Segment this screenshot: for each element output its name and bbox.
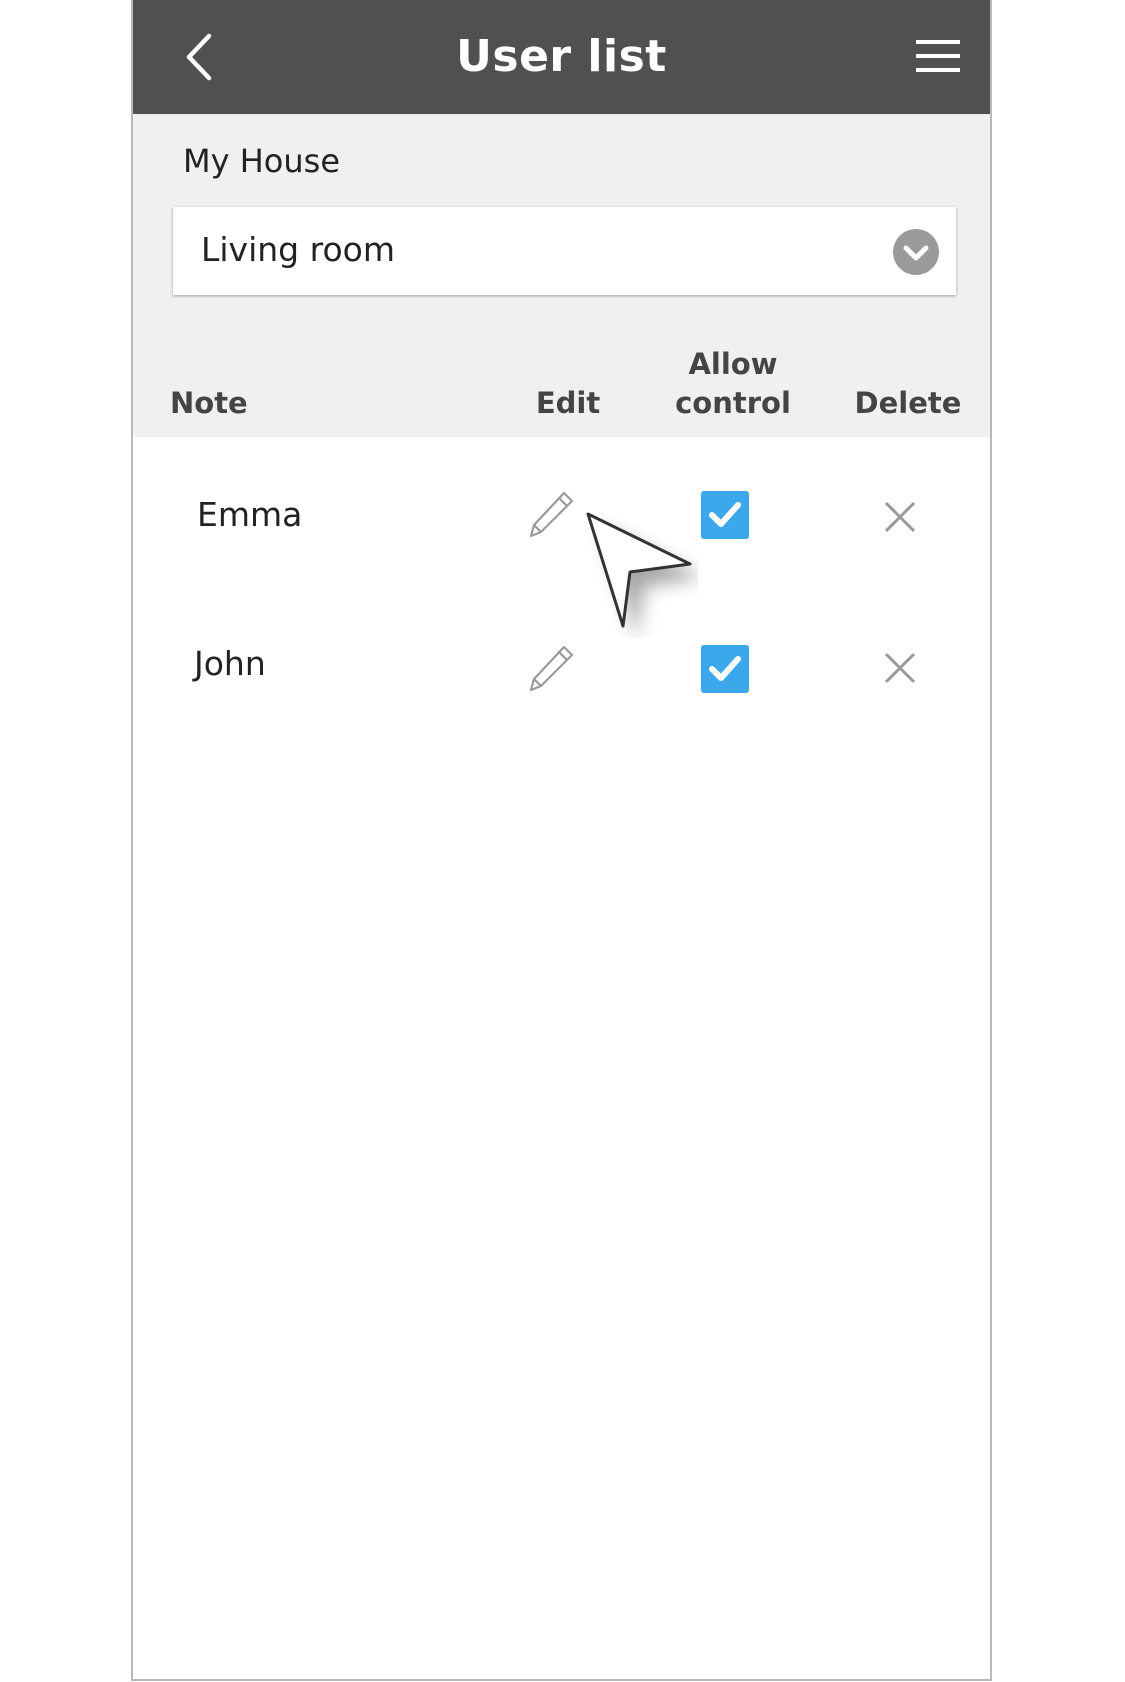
house-label: My House (183, 142, 340, 180)
checkbox-checked-icon[interactable] (700, 644, 750, 694)
room-dropdown[interactable]: Living room (173, 207, 956, 295)
table-row: John (133, 608, 990, 728)
pencil-edit-icon[interactable] (526, 490, 576, 540)
user-name: John (194, 644, 266, 683)
pencil-edit-icon[interactable] (526, 644, 576, 694)
chevron-down-circle-icon (893, 229, 939, 275)
top-bar: User list (133, 0, 990, 114)
filter-panel: My House Living room Note Edit Allow con… (133, 114, 990, 437)
column-header-edit: Edit (535, 386, 601, 420)
hamburger-menu-icon (916, 40, 960, 72)
table-row: Emma (133, 455, 990, 575)
user-name: Emma (197, 495, 303, 534)
column-header-delete: Delete (854, 386, 962, 420)
column-header-allow-line2: control (675, 386, 791, 420)
room-dropdown-value: Living room (201, 230, 395, 269)
close-icon[interactable] (878, 495, 922, 539)
menu-button[interactable] (914, 36, 962, 78)
checkbox-checked-icon[interactable] (700, 490, 750, 540)
column-header-allow-control: Allow control (648, 345, 818, 423)
column-header-note: Note (170, 386, 248, 420)
app-screen: User list My House Living room Note Edit… (131, 0, 992, 1681)
column-header-allow-line1: Allow (688, 347, 778, 381)
page-title: User list (456, 31, 667, 82)
close-icon[interactable] (878, 646, 922, 690)
